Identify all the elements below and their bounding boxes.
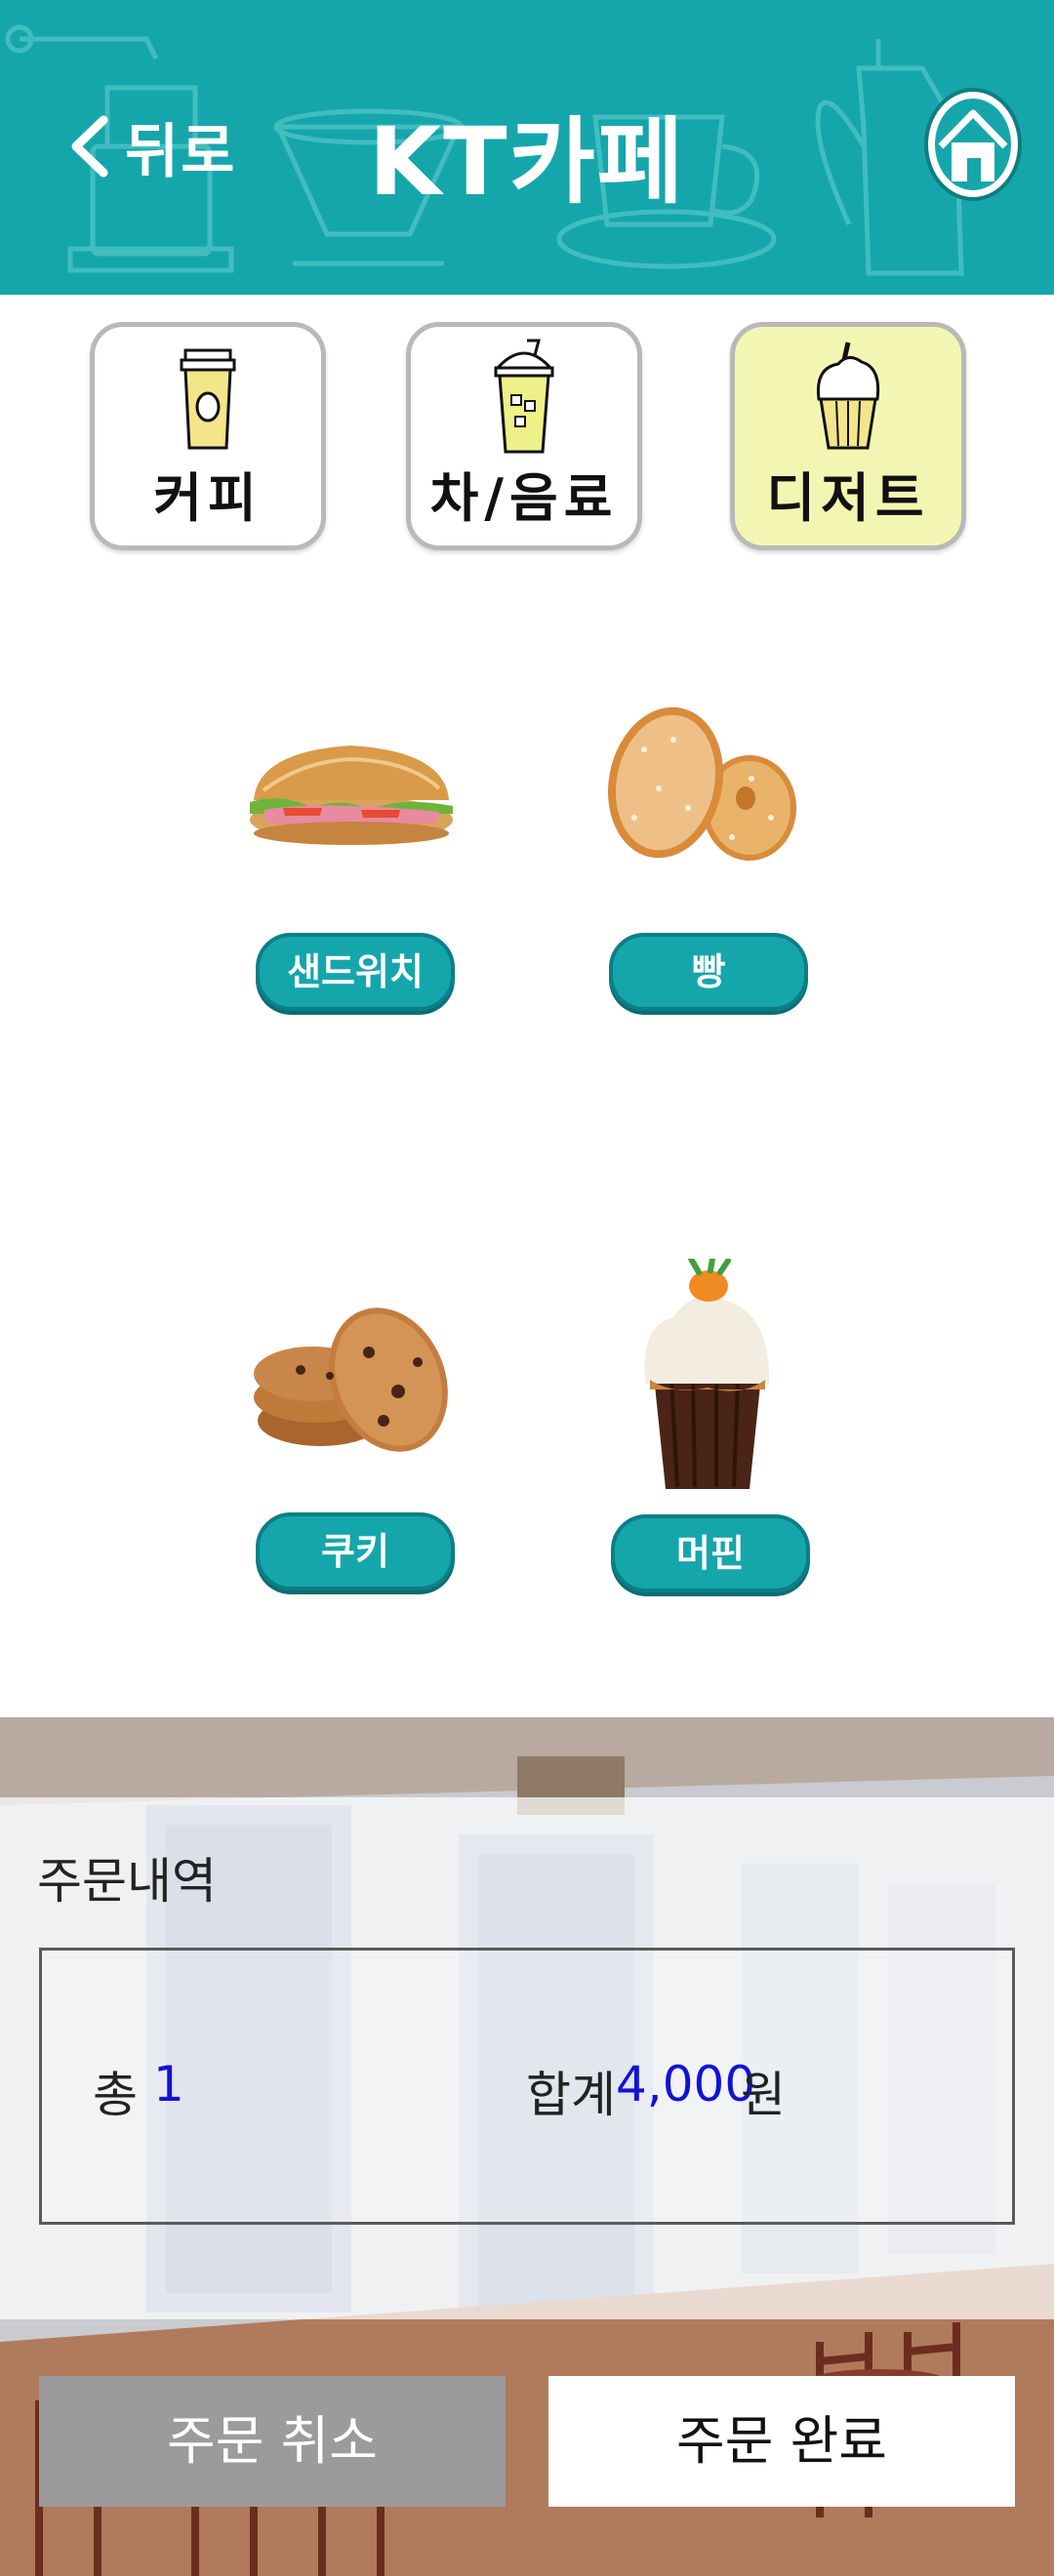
complete-order-button[interactable]: 주문 완료 bbox=[548, 2376, 1015, 2507]
tab-tea-drinks[interactable]: 차/음료 bbox=[406, 322, 642, 550]
product-cookie-button[interactable]: 쿠키 bbox=[256, 1512, 455, 1590]
tab-coffee[interactable]: 커피 bbox=[90, 322, 326, 550]
currency-label: 원 bbox=[741, 2067, 786, 2123]
home-icon[interactable] bbox=[919, 84, 1027, 206]
page-title: KT카페 bbox=[368, 107, 686, 217]
order-summary-box: 총 1 합계 4,000 원 bbox=[39, 1948, 1015, 2225]
product-muffin-button[interactable]: 머핀 bbox=[611, 1514, 810, 1592]
product-bread-button[interactable]: 빵 bbox=[609, 933, 808, 1011]
count-value: 1 bbox=[153, 2056, 184, 2113]
app-header: 뒤로 KT카페 bbox=[0, 0, 1054, 295]
tab-coffee-label: 커피 bbox=[153, 467, 263, 529]
muffin-icon bbox=[816, 342, 880, 450]
cookie-image[interactable] bbox=[252, 1304, 457, 1460]
donut-image[interactable] bbox=[605, 701, 800, 876]
count-label: 총 bbox=[93, 2067, 138, 2123]
cancel-order-button[interactable]: 주문 취소 bbox=[39, 2376, 506, 2507]
tab-tea-drinks-label: 차/음료 bbox=[429, 467, 619, 529]
total-label: 합계 bbox=[526, 2067, 616, 2123]
tab-dessert-label: 디저트 bbox=[766, 467, 930, 529]
order-history-title: 주문내역 bbox=[37, 1853, 217, 1910]
sandwich-image[interactable] bbox=[244, 732, 459, 849]
product-sandwich-button[interactable]: 샌드위치 bbox=[256, 933, 455, 1011]
total-value: 4,000 bbox=[616, 2056, 756, 2113]
cupcake-image[interactable] bbox=[634, 1259, 781, 1493]
iced-drink-icon bbox=[494, 339, 554, 454]
coffee-cup-icon bbox=[180, 348, 236, 450]
tab-dessert[interactable]: 디저트 bbox=[730, 322, 966, 550]
